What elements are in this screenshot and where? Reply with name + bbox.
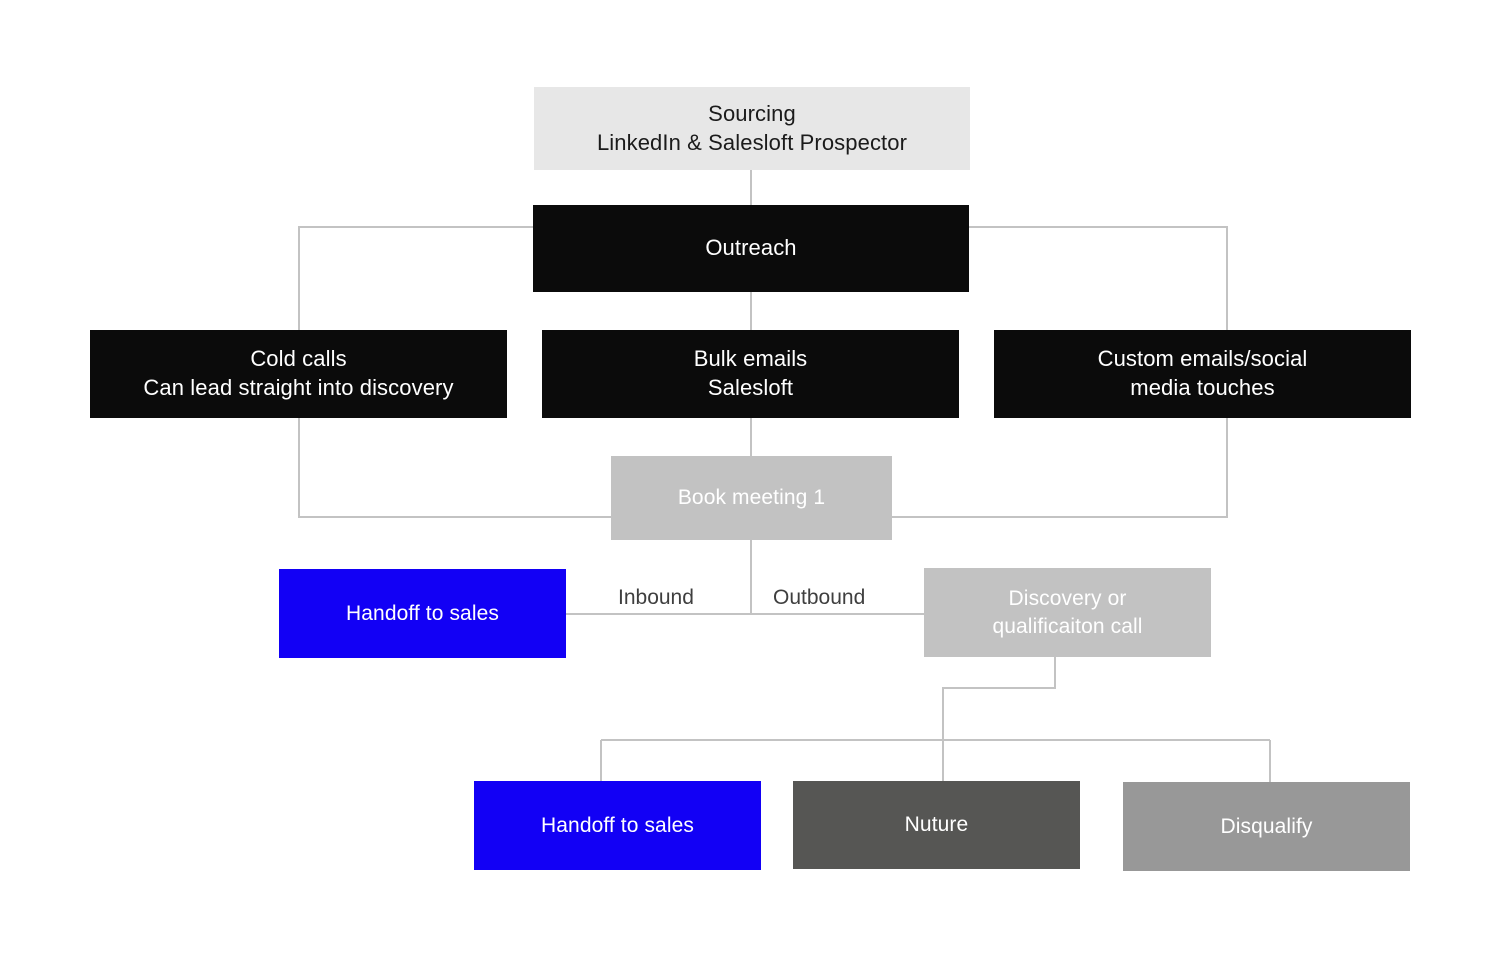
node-bulk-emails[interactable]: Bulk emails Salesloft [542, 330, 959, 418]
edge-cold-calls-to-book-meeting [297, 418, 612, 519]
edge-outreach-to-custom-emails [969, 225, 1229, 330]
node-sourcing-line2: LinkedIn & Salesloft Prospector [596, 129, 908, 155]
edge-discovery-to-bottom [941, 657, 1057, 781]
node-discovery-call-line2: qualificaiton call [992, 614, 1143, 638]
node-cold-calls[interactable]: Cold calls Can lead straight into discov… [90, 330, 507, 418]
node-cold-calls-line1: Cold calls [250, 346, 347, 372]
node-sourcing-line1: Sourcing [708, 100, 796, 126]
edge-label-inbound: Inbound [612, 586, 700, 610]
node-outreach-line1: Outreach [705, 235, 797, 261]
node-nurture-line1: Nuture [904, 813, 969, 837]
node-custom-emails-line1: Custom emails/social [1097, 346, 1308, 372]
edge-outreach-to-cold-calls [297, 225, 533, 330]
node-outreach[interactable]: Outreach [533, 205, 969, 292]
node-discovery-call[interactable]: Discovery or qualificaiton call [924, 568, 1211, 657]
node-sourcing[interactable]: Sourcing LinkedIn & Salesloft Prospector [534, 87, 970, 170]
node-custom-emails[interactable]: Custom emails/social media touches [994, 330, 1411, 418]
node-bulk-emails-line1: Bulk emails [693, 346, 808, 372]
node-book-meeting[interactable]: Book meeting 1 [611, 456, 892, 540]
node-nurture[interactable]: Nuture [793, 781, 1080, 869]
node-discovery-call-line1: Discovery or [1008, 587, 1127, 611]
edge-label-outbound: Outbound [767, 586, 872, 610]
node-handoff-to-sales-outbound[interactable]: Handoff to sales [474, 781, 761, 870]
node-book-meeting-line1: Book meeting 1 [677, 486, 826, 510]
node-custom-emails-line2: media touches [1130, 375, 1275, 400]
node-cold-calls-line2: Can lead straight into discovery [143, 375, 454, 400]
node-handoff-inbound-line1: Handoff to sales [346, 601, 499, 625]
node-disqualify-line1: Disqualify [1220, 814, 1313, 838]
node-disqualify[interactable]: Disqualify [1123, 782, 1410, 871]
flowchart-canvas: Sourcing LinkedIn & Salesloft Prospector… [0, 0, 1500, 962]
edge-custom-emails-to-book-meeting [891, 418, 1229, 519]
node-handoff-outbound-line1: Handoff to sales [541, 813, 694, 837]
node-handoff-to-sales-inbound[interactable]: Handoff to sales [279, 569, 566, 658]
node-bulk-emails-line2: Salesloft [707, 375, 794, 400]
